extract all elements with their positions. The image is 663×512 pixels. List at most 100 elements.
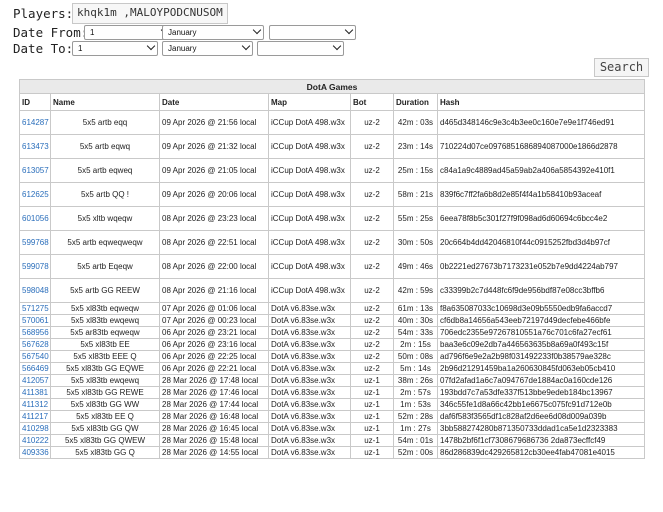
game-date: 09 Apr 2026 @ 21:05 local <box>159 158 269 183</box>
game-duration: 54m : 01s <box>393 434 438 447</box>
game-id-link[interactable]: 412057 <box>22 376 49 385</box>
game-map: DotA v6.83se.w3x <box>268 434 351 447</box>
game-bot: uz-2 <box>350 338 394 351</box>
to-month-select[interactable]: January <box>162 41 253 56</box>
game-id-link[interactable]: 567628 <box>22 340 49 349</box>
table-row: 411312 5x5 xl83tb GG WW 28 Mar 2026 @ 17:4… <box>19 398 646 411</box>
game-id-cell: 410298 <box>19 422 51 435</box>
game-hash: f8a635087033c10698d3e09b5550edb9fa6accd7 <box>436 302 646 315</box>
game-map: iCCup DotA 498.w3x <box>268 230 351 255</box>
table-row: 612625 5x5 artb QQ ! 09 Apr 2026 @ 20:06 l… <box>19 182 646 207</box>
game-hash: ad796f6e9e2a2b98f031492233f0b38579ae328c <box>436 350 646 363</box>
to-year-select[interactable] <box>257 41 344 56</box>
game-id-link[interactable]: 599768 <box>22 238 49 247</box>
game-duration: 52m : 00s <box>393 446 438 459</box>
game-name: 5x5 artb GG REEW <box>50 278 160 303</box>
game-date: 28 Mar 2026 @ 17:44 local <box>159 398 269 411</box>
game-name: 5x5 xl83tb GG QW <box>50 422 160 435</box>
table-body: 614287 5x5 artb eqq 09 Apr 2026 @ 21:56 lo… <box>19 110 646 459</box>
game-map: iCCup DotA 498.w3x <box>268 278 351 303</box>
game-id-link[interactable]: 613057 <box>22 166 49 175</box>
game-bot: uz-2 <box>350 278 394 303</box>
game-duration: 40m : 30s <box>393 314 438 327</box>
game-name: 5x5 artb eqwq <box>50 134 160 159</box>
table-row: 410298 5x5 xl83tb GG QW 28 Mar 2026 @ 16:4… <box>19 422 646 435</box>
game-name: 5x5 artb eqweqweqw <box>50 230 160 255</box>
game-bot: uz-2 <box>350 254 394 279</box>
game-id-link[interactable]: 409336 <box>22 448 49 457</box>
game-id-link[interactable]: 570061 <box>22 316 49 325</box>
game-name: 5x5 xl83tb EEE Q <box>50 350 160 363</box>
game-id-link[interactable]: 410222 <box>22 436 49 445</box>
game-bot: uz-1 <box>350 386 394 399</box>
game-id-link[interactable]: 566469 <box>22 364 49 373</box>
game-id-cell: 614287 <box>19 110 51 135</box>
game-date: 28 Mar 2026 @ 14:55 local <box>159 446 269 459</box>
game-id-link[interactable]: 612625 <box>22 190 49 199</box>
game-hash: 2b96d21291459ba1a260630845fd063eb05cb410 <box>436 362 646 375</box>
game-id-link[interactable]: 571275 <box>22 304 49 313</box>
from-year-select[interactable] <box>269 25 356 40</box>
game-id-link[interactable]: 567540 <box>22 352 49 361</box>
game-duration: 42m : 03s <box>393 110 438 135</box>
game-id-link[interactable]: 411312 <box>22 400 48 409</box>
game-map: iCCup DotA 498.w3x <box>268 254 351 279</box>
from-month-select[interactable]: January <box>162 25 264 40</box>
chevron-down-icon <box>241 41 251 51</box>
game-id-link[interactable]: 599078 <box>22 262 49 271</box>
game-id-link[interactable]: 601056 <box>22 214 49 223</box>
game-date: 28 Mar 2026 @ 17:48 local <box>159 374 269 387</box>
game-duration: 61m : 13s <box>393 302 438 315</box>
game-bot: uz-2 <box>350 302 394 315</box>
table-row: 411381 5x5 xl83tb GG REWE 28 Mar 2026 @ 17… <box>19 386 646 399</box>
game-date: 09 Apr 2026 @ 21:56 local <box>159 110 269 135</box>
game-id-link[interactable]: 598048 <box>22 286 49 295</box>
table-row: 613057 5x5 artb eqweq 09 Apr 2026 @ 21:05 … <box>19 158 646 183</box>
to-day-value: 1 <box>78 44 83 53</box>
game-duration: 5m : 14s <box>393 362 438 375</box>
game-map: DotA v6.83se.w3x <box>268 314 351 327</box>
game-id-cell: 571275 <box>19 302 51 315</box>
game-map: DotA v6.83se.w3x <box>268 362 351 375</box>
search-button[interactable]: Search <box>594 58 649 77</box>
column-header-date: Date <box>159 93 269 111</box>
game-hash: 3bb588274280b871350733ddad1ca5e1d2323383 <box>436 422 646 435</box>
game-duration: 49m : 46s <box>393 254 438 279</box>
table-row: 410222 5x5 xl83tb GG QWEW 28 Mar 2026 @ 15… <box>19 434 646 447</box>
column-header-name: Name <box>50 93 160 111</box>
game-date: 28 Mar 2026 @ 16:45 local <box>159 422 269 435</box>
game-id-link[interactable]: 410298 <box>22 424 49 433</box>
game-id-cell: 411312 <box>19 398 51 411</box>
game-bot: uz-2 <box>350 230 394 255</box>
game-bot: uz-2 <box>350 326 394 339</box>
game-date: 06 Apr 2026 @ 23:16 local <box>159 338 269 351</box>
game-bot: uz-2 <box>350 362 394 375</box>
players-input[interactable]: khqk1m ,MALOYPODCNUSOM <box>72 3 228 24</box>
game-date: 08 Apr 2026 @ 22:51 local <box>159 230 269 255</box>
game-id-link[interactable]: 614287 <box>22 118 49 127</box>
game-id-cell: 599078 <box>19 254 51 279</box>
game-id-link[interactable]: 411381 <box>22 388 48 397</box>
game-bot: uz-1 <box>350 410 394 423</box>
game-id-link[interactable]: 411217 <box>22 412 48 421</box>
game-name: 5x5 xl83tb ewqewq <box>50 374 160 387</box>
table-row: 601056 5x5 xltb wqeqw 08 Apr 2026 @ 23:23 … <box>19 206 646 231</box>
game-bot: uz-2 <box>350 206 394 231</box>
game-date: 09 Apr 2026 @ 21:32 local <box>159 134 269 159</box>
game-id-cell: 570061 <box>19 314 51 327</box>
game-date: 08 Apr 2026 @ 22:00 local <box>159 254 269 279</box>
game-id-cell: 613473 <box>19 134 51 159</box>
game-name: 5x5 xl83tb EE Q <box>50 410 160 423</box>
game-name: 5x5 xl83tb ewqewq <box>50 314 160 327</box>
game-id-link[interactable]: 568956 <box>22 328 49 337</box>
game-id-cell: 410222 <box>19 434 51 447</box>
game-duration: 2m : 57s <box>393 386 438 399</box>
game-id-cell: 412057 <box>19 374 51 387</box>
game-id-link[interactable]: 613473 <box>22 142 49 151</box>
to-day-select[interactable]: 1 <box>72 41 158 56</box>
game-date: 07 Apr 2026 @ 00:23 local <box>159 314 269 327</box>
game-name: 5x5 xl83tb GG Q <box>50 446 160 459</box>
from-day-select[interactable]: 1 <box>84 25 172 40</box>
game-id-cell: 613057 <box>19 158 51 183</box>
game-date: 28 Mar 2026 @ 16:48 local <box>159 410 269 423</box>
